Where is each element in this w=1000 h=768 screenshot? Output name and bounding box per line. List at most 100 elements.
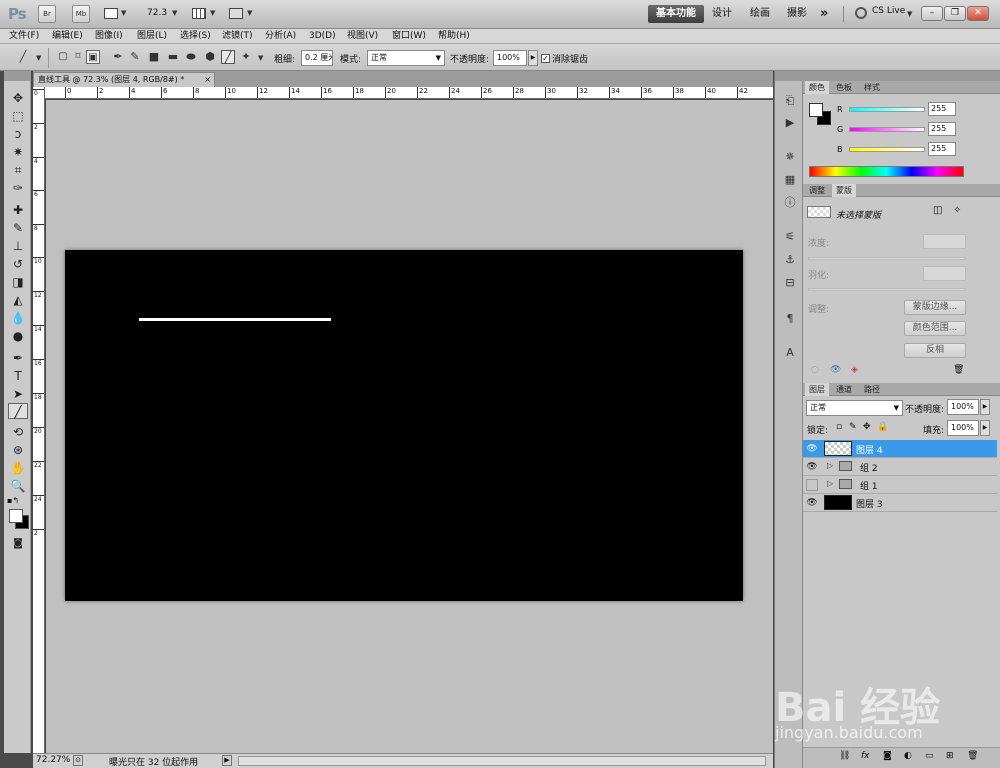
lock-position-icon[interactable]: ✥ bbox=[863, 422, 871, 432]
mini-bridge-button[interactable]: Mb bbox=[72, 5, 90, 23]
chevron-down-icon[interactable]: ▼ bbox=[172, 9, 177, 17]
cs-live-label[interactable]: CS Live bbox=[872, 6, 905, 16]
layer-row[interactable]: ▷ 组 1 bbox=[803, 476, 997, 494]
status-zoom[interactable]: 72.27% bbox=[36, 755, 70, 765]
screen-mode-icon[interactable] bbox=[229, 8, 243, 19]
layer-row[interactable]: 👁 ▷ 组 2 bbox=[803, 458, 997, 476]
new-layer-icon[interactable]: ⊞ bbox=[946, 751, 954, 761]
tab-masks[interactable]: 蒙版 bbox=[832, 184, 856, 197]
horizontal-scrollbar[interactable] bbox=[238, 756, 766, 766]
tab-layers[interactable]: 图层 bbox=[805, 383, 829, 396]
hand-tool-icon[interactable]: ✋ bbox=[8, 460, 28, 476]
tab-styles[interactable]: 样式 bbox=[860, 81, 884, 94]
chevron-down-icon[interactable]: ▼ bbox=[258, 54, 263, 62]
clone-source-panel-icon[interactable]: ⚓ bbox=[781, 252, 799, 268]
cs-live-icon[interactable] bbox=[855, 7, 867, 19]
magic-wand-icon[interactable]: ✷ bbox=[8, 144, 28, 160]
lock-all-icon[interactable]: 🔒 bbox=[877, 422, 888, 432]
histogram-panel-icon[interactable]: ▦ bbox=[781, 172, 799, 188]
path-selection-icon[interactable]: ➤ bbox=[8, 386, 28, 402]
blue-value-input[interactable]: 255 bbox=[928, 142, 956, 156]
brush-tool-icon[interactable]: ✎ bbox=[8, 220, 28, 236]
opacity-input[interactable]: 100% bbox=[493, 50, 527, 66]
fill-input[interactable]: 100% bbox=[947, 420, 979, 436]
status-icon[interactable]: ⊙ bbox=[73, 755, 83, 766]
pixel-mask-icon[interactable]: ◫ bbox=[933, 205, 942, 216]
line-tool-preset-icon[interactable]: ╱ bbox=[16, 50, 30, 64]
restore-icon[interactable]: ❐ bbox=[944, 6, 966, 21]
eye-icon[interactable]: 👁 bbox=[806, 497, 818, 509]
more-workspaces-button[interactable]: » bbox=[820, 5, 828, 23]
minimize-icon[interactable]: – bbox=[921, 6, 943, 21]
apply-mask-icon[interactable]: ◈ bbox=[851, 365, 858, 375]
menu-3d[interactable]: 3D(D) bbox=[309, 29, 336, 43]
trash-icon[interactable]: 🗑 bbox=[953, 365, 964, 375]
foreground-color-swatch[interactable] bbox=[809, 103, 823, 117]
layer-row[interactable]: 👁 图层 3 bbox=[803, 494, 997, 512]
info-panel-icon[interactable]: ⓘ bbox=[781, 195, 799, 211]
tools-panel-header[interactable] bbox=[4, 71, 31, 81]
menu-layer[interactable]: 图层(L) bbox=[137, 29, 167, 43]
menu-filter[interactable]: 滤镜(T) bbox=[222, 29, 253, 43]
freeform-pen-icon[interactable]: ✎ bbox=[128, 50, 142, 64]
tab-adjustments[interactable]: 调整 bbox=[805, 184, 829, 197]
antialias-checkbox[interactable]: ✓ bbox=[541, 54, 550, 63]
opacity-slider-button[interactable]: ▶ bbox=[528, 50, 538, 66]
mask-edge-button[interactable]: 蒙版边缘... bbox=[904, 300, 966, 315]
history-brush-icon[interactable]: ↺ bbox=[8, 256, 28, 272]
blue-slider[interactable] bbox=[849, 147, 925, 152]
bridge-button[interactable]: Br bbox=[38, 5, 56, 23]
eraser-icon[interactable]: ◨ bbox=[8, 274, 28, 290]
visibility-off-box[interactable] bbox=[806, 479, 818, 491]
chevron-down-icon[interactable]: ▼ bbox=[36, 54, 41, 62]
custom-shape-icon[interactable]: ✦ bbox=[239, 50, 253, 64]
pen-tool-icon[interactable]: ✒ bbox=[111, 50, 125, 64]
dock-header[interactable] bbox=[803, 71, 1000, 81]
marquee-tool-icon[interactable]: ⬚ bbox=[8, 108, 28, 124]
paragraph-panel-icon[interactable]: ¶ bbox=[781, 311, 799, 327]
vector-mask-icon[interactable]: ✧ bbox=[953, 205, 961, 216]
foreground-color-swatch[interactable] bbox=[9, 509, 23, 523]
invert-button[interactable]: 反相 bbox=[904, 343, 966, 358]
load-selection-icon[interactable]: ◌ bbox=[811, 365, 819, 375]
layer-opacity-slider-button[interactable]: ▶ bbox=[980, 399, 990, 415]
blend-mode-select[interactable]: 正常 ▼ bbox=[806, 400, 903, 416]
add-mask-icon[interactable]: ◙ bbox=[883, 751, 892, 761]
paint-bucket-icon[interactable]: ◭ bbox=[8, 292, 28, 308]
color-spectrum-bar[interactable] bbox=[809, 166, 964, 177]
tab-paths[interactable]: 路径 bbox=[860, 383, 884, 396]
blur-tool-icon[interactable]: 💧 bbox=[8, 310, 28, 326]
close-tab-icon[interactable]: × bbox=[204, 73, 211, 87]
red-value-input[interactable]: 255 bbox=[928, 102, 956, 116]
link-layers-icon[interactable]: ⛓ bbox=[839, 751, 850, 761]
fill-slider-button[interactable]: ▶ bbox=[980, 420, 990, 436]
horizontal-ruler[interactable]: 0 2 4 6 8 10 12 14 16 18 20 22 24 26 28 … bbox=[45, 87, 773, 99]
ellipse-icon[interactable]: ⬬ bbox=[184, 50, 198, 64]
menu-help[interactable]: 帮助(H) bbox=[438, 29, 470, 43]
layer-opacity-input[interactable]: 100% bbox=[947, 399, 979, 415]
tab-swatches[interactable]: 色板 bbox=[832, 81, 856, 94]
menu-window[interactable]: 窗口(W) bbox=[392, 29, 426, 43]
feather-slider[interactable] bbox=[808, 288, 966, 291]
red-slider[interactable] bbox=[849, 107, 925, 112]
3d-orbit-icon[interactable]: ⊛ bbox=[8, 442, 28, 458]
green-slider[interactable] bbox=[849, 127, 925, 132]
expand-triangle-icon[interactable]: ▷ bbox=[827, 461, 833, 470]
color-range-button[interactable]: 颜色范围... bbox=[904, 321, 966, 336]
3d-rotate-icon[interactable]: ⟲ bbox=[8, 424, 28, 440]
lasso-tool-icon[interactable]: ↄ bbox=[8, 126, 28, 142]
weight-input[interactable]: 0.2 厘米 bbox=[301, 50, 333, 66]
actions-panel-icon[interactable]: ▶ bbox=[781, 115, 799, 131]
zoom-level-select[interactable]: 72.3 bbox=[147, 8, 167, 18]
shape-layers-icon[interactable]: ▢ bbox=[56, 50, 70, 64]
menu-select[interactable]: 选择(S) bbox=[180, 29, 211, 43]
green-value-input[interactable]: 255 bbox=[928, 122, 956, 136]
document-canvas[interactable] bbox=[65, 250, 743, 601]
workspace-photography-button[interactable]: 摄影 bbox=[787, 5, 807, 23]
chevron-down-icon[interactable]: ▼ bbox=[247, 9, 252, 17]
chevron-down-icon[interactable]: ▼ bbox=[210, 9, 215, 17]
tool-presets-panel-icon[interactable]: ⊟ bbox=[781, 275, 799, 291]
chevron-down-icon[interactable]: ▼ bbox=[121, 9, 126, 17]
rectangle-icon[interactable]: ■ bbox=[147, 50, 161, 64]
quick-mask-icon[interactable]: ◙ bbox=[8, 536, 28, 552]
